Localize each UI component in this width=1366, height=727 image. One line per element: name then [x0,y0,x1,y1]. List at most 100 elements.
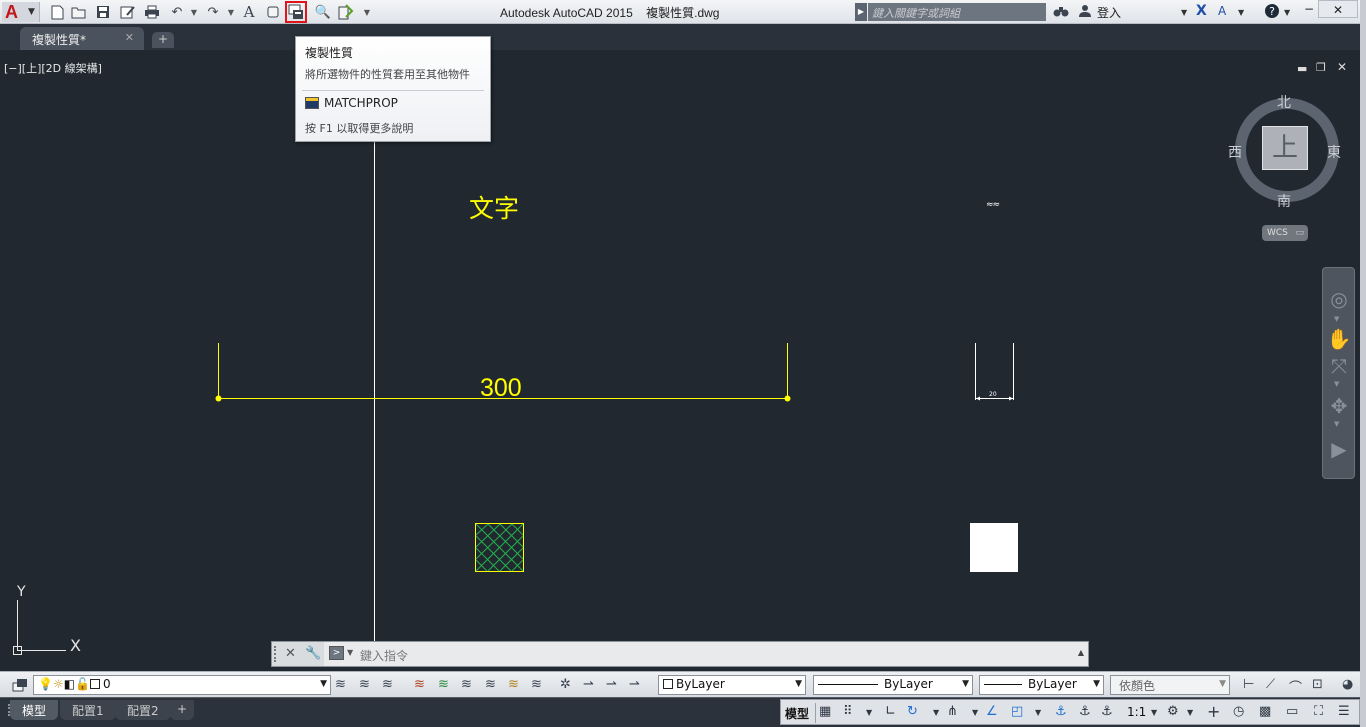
layer-isolate-icon[interactable]: ≋ [414,677,425,692]
tooltip-divider [302,90,484,91]
polar-dropdown-icon[interactable]: ▼ [933,708,939,717]
isodraft-dropdown-icon[interactable]: ▼ [972,708,978,717]
hardware-acceleration-icon[interactable]: ▩ [1259,704,1271,719]
compass-east[interactable]: 東 [1327,142,1341,162]
compass-north[interactable]: 北 [1277,92,1291,112]
grid-icon[interactable]: ▦ [819,704,831,719]
layer-merge-icon[interactable]: ≋ [531,677,542,692]
lock-icon: 🔓 [75,677,91,691]
compass-west[interactable]: 西 [1228,142,1242,162]
annotation-monitor-icon[interactable]: + [1207,702,1220,721]
layer-thaw-icon[interactable]: ⇀ [583,677,594,692]
aligned-dimension-icon[interactable]: ⟋ [1266,677,1275,692]
ucs-y-label: Y [17,584,26,600]
orbit-icon[interactable]: ✥ [1325,393,1353,419]
solid-square[interactable] [970,523,1018,572]
layer-previous-icon[interactable]: ≋ [382,677,393,692]
wcs-menu-button[interactable]: WCS [1262,225,1308,241]
chevron-down-icon[interactable]: ▼ [1334,420,1339,428]
layer-dropdown[interactable]: 💡☼◧🔓 0 ▼ [33,675,331,695]
layer-on-icon[interactable]: ✲ [560,677,571,692]
small-text-object[interactable]: ≈≈ [986,200,1000,210]
linetype-dropdown[interactable]: ByLayer ▼ [813,675,973,695]
dimension-style-icon[interactable]: ◕ [1342,677,1353,692]
chevron-down-icon[interactable]: ▼ [347,648,353,657]
scale-dropdown-icon[interactable]: ▼ [1151,708,1157,717]
freeze-vp-icon: ◧ [63,677,76,691]
snap-dropdown-icon[interactable]: ▼ [866,708,872,717]
layer-off-icon[interactable]: ≋ [461,677,472,692]
dimension-icon[interactable]: ⊡ [1312,677,1323,692]
chevron-down-icon: ▼ [1219,679,1226,689]
color-dropdown[interactable]: ByLayer ▼ [658,675,806,695]
make-current-layer-icon[interactable]: ≋ [335,677,346,692]
small-dimension-text[interactable]: 20 [989,391,997,398]
viewport-minimize-icon[interactable]: ▬ [1297,62,1307,75]
model-space-button[interactable]: 模型 [785,705,809,722]
chevron-down-icon: ▼ [795,679,802,689]
polar-tracking-icon[interactable]: ↻ [907,704,918,719]
layer-match-icon[interactable]: ≋ [359,677,370,692]
layer-lock-icon[interactable]: ⇀ [606,677,617,692]
viewport-controls-label[interactable]: [−][上][2D 線架構] [4,60,102,76]
plotstyle-dropdown[interactable]: 依顏色 ▼ [1110,675,1230,695]
compass-south[interactable]: 南 [1277,191,1291,211]
layer-properties-icon[interactable] [12,677,28,697]
add-layout-button[interactable]: + [170,700,195,720]
hatch-square[interactable] [475,523,524,572]
command-line-grip[interactable] [274,646,278,662]
recent-commands-icon[interactable]: > [329,646,344,660]
ucs-x-label: X [70,636,81,655]
linear-dimension-icon[interactable]: ⊢ [1243,677,1254,692]
command-history-icon[interactable]: ▲ [1078,648,1084,657]
object-snap-tracking-icon[interactable]: ∠ [986,704,998,719]
arc-length-icon[interactable]: ⌒ [1289,677,1302,696]
workspace-gear-icon[interactable]: ⚙ [1167,704,1179,719]
ortho-icon[interactable]: ∟ [885,704,896,719]
pan-hand-icon[interactable]: ✋ [1325,326,1353,352]
command-input[interactable]: > ▼ 鍵入指令 ▲ [324,642,1088,666]
color-swatch [663,679,673,689]
drawing-geometry [13,142,1018,667]
object-snap-dropdown-icon[interactable]: ▼ [1035,708,1041,717]
tooltip-description: 將所選物件的性質套用至其他物件 [305,68,470,81]
viewcube-face-top[interactable]: 上 [1262,126,1308,170]
annotation-scale-icon[interactable]: ⚓ [1101,704,1113,719]
zoom-extents-icon[interactable]: ⤧ [1325,353,1353,379]
dimension-text[interactable]: 300 [480,374,522,403]
snap-icon[interactable]: ⠿ [843,704,853,719]
layer-unlock-icon[interactable]: ⇀ [629,677,640,692]
object-snap-icon[interactable]: ◰ [1011,704,1023,719]
customize-wrench-icon[interactable]: 🔧 [305,646,321,661]
chevron-down-icon: ▼ [320,679,327,689]
close-command-line-icon[interactable]: ✕ [285,646,296,661]
auto-scale-icon[interactable]: ⚓ [1079,704,1091,719]
text-object[interactable]: 文字 [469,189,519,225]
fullscreen-icon[interactable]: ⛶ [1314,704,1323,719]
tab-layout2[interactable]: 配置2 [115,700,171,720]
layer-unisolate-icon[interactable]: ≋ [438,677,449,692]
layer-walk-icon[interactable]: ≋ [508,677,519,692]
tab-model[interactable]: 模型 [10,700,59,720]
showmotion-icon[interactable]: ▶ [1325,436,1353,462]
command-line: ✕ 🔧 > ▼ 鍵入指令 ▲ [271,641,1089,667]
viewport-close-icon[interactable]: ✕ [1337,60,1347,74]
workspace-dropdown-icon[interactable]: ▼ [1187,708,1193,717]
annotation-visibility-icon[interactable]: ⚓ [1055,704,1067,719]
chevron-down-icon[interactable]: ▼ [1334,380,1339,388]
layer-freeze-icon[interactable]: ≋ [485,677,496,692]
linetype-value: ByLayer [884,677,933,691]
isolate-objects-icon[interactable]: ◷ [1233,704,1244,719]
steering-wheel-icon[interactable]: ◎ [1325,286,1353,312]
isodraft-icon[interactable]: ⋔ [947,704,958,719]
lineweight-dropdown[interactable]: ByLayer ▼ [979,675,1104,695]
clean-screen-icon[interactable]: ▭ [1286,704,1298,719]
annotation-scale-value[interactable]: 1:1 [1127,705,1146,719]
chevron-down-icon[interactable]: ▼ [1334,315,1339,323]
chevron-down-icon: ▼ [1093,679,1100,689]
ucs-icon [13,600,66,655]
customization-icon[interactable]: ☰ [1338,704,1350,719]
viewport-restore-icon[interactable]: ❐ [1316,61,1326,74]
autocad-window: A ▼ ↶ ▼ ↷ ▼ A 🔍 ▼ Autodesk AutoCAD 2015 … [0,0,1366,727]
tab-layout1[interactable]: 配置1 [60,700,116,720]
